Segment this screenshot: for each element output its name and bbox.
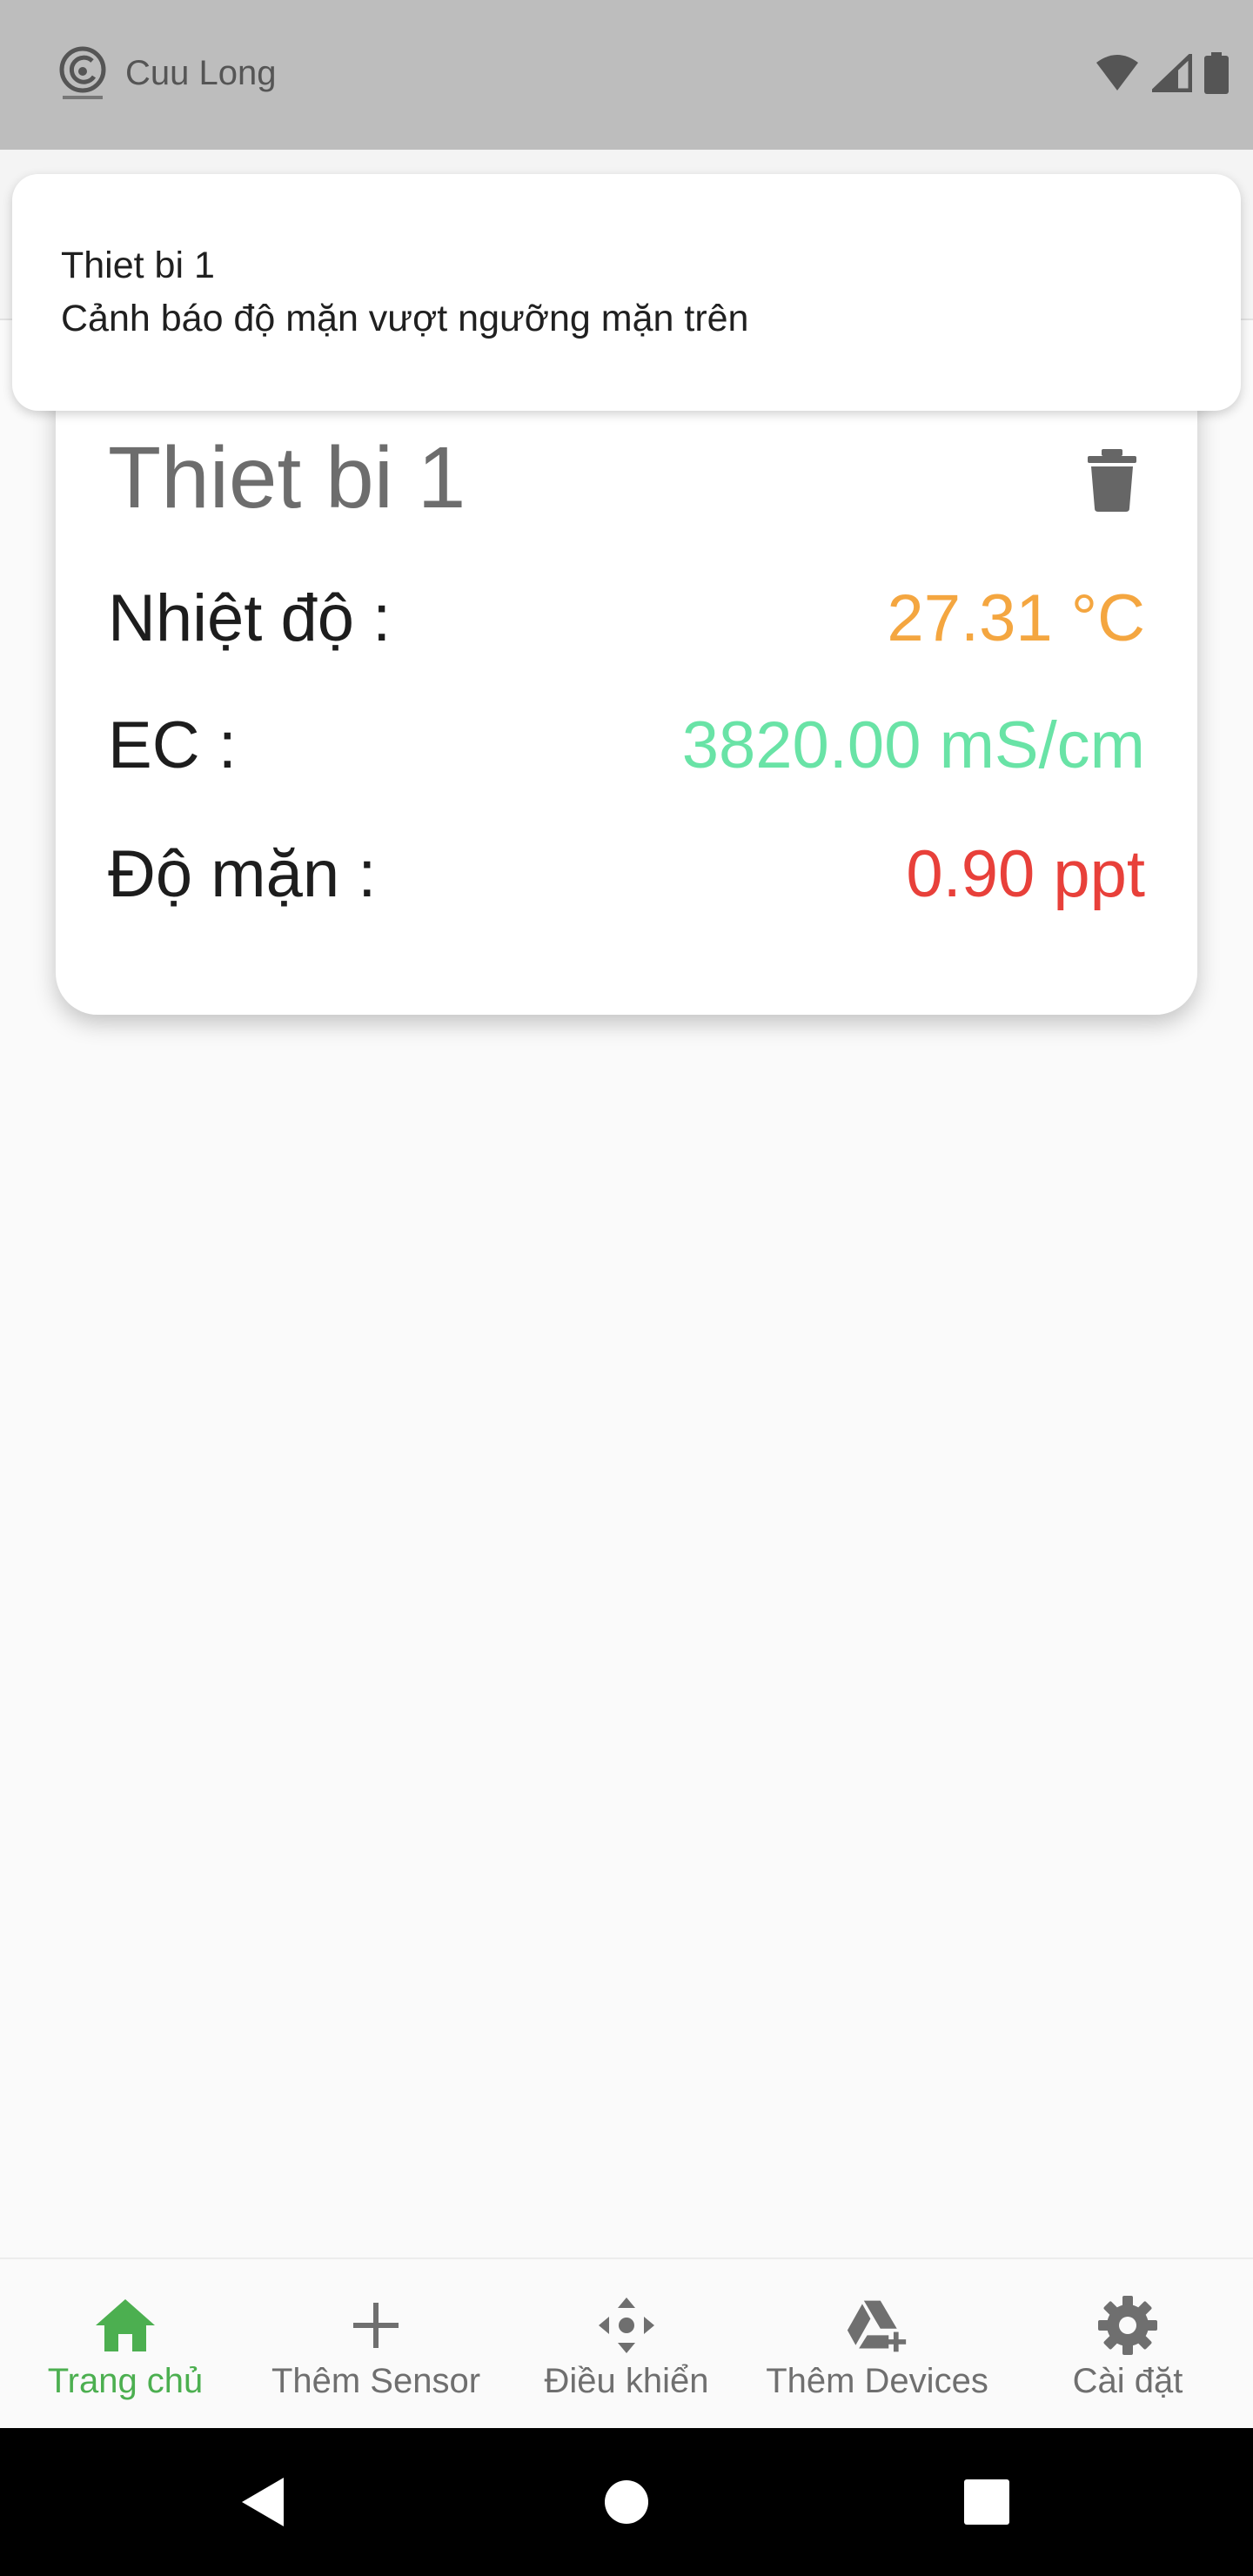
add-device-icon [846,2294,908,2357]
salinity-value: 0.90 ppt [906,836,1145,911]
temperature-row: Nhiệt độ : 27.31 °C [108,574,1145,661]
carrier-name: Cuu Long [125,54,277,92]
back-triangle-icon [242,2478,284,2526]
plus-icon [345,2294,407,2357]
temperature-label: Nhiệt độ : [108,580,392,655]
nav-add-devices[interactable]: Thêm Devices [752,2259,1002,2428]
recents-button[interactable] [952,2467,1022,2537]
device-card[interactable]: Thiet bi 1 Nhiệt độ : 27.31 °C EC : 3820… [56,366,1197,1015]
home-icon [94,2294,157,2357]
ec-value: 3820.00 mS/cm [681,708,1145,782]
cuu-long-logo-icon [59,46,106,99]
nav-home-label: Trang chủ [47,2362,204,2400]
nav-control-label: Điều khiển [544,2362,709,2400]
nav-home[interactable]: Trang chủ [0,2259,251,2428]
home-button[interactable] [592,2467,661,2537]
notification-title: Thiet bi 1 [61,245,215,286]
control-dpad-icon [595,2294,658,2357]
nav-add-sensor-label: Thêm Sensor [271,2362,481,2400]
back-button[interactable] [228,2467,298,2537]
nav-add-devices-label: Thêm Devices [766,2362,988,2400]
system-navigation-bar [0,2428,1253,2576]
battery-icon [1204,52,1229,94]
salinity-alert-notification[interactable]: Thiet bi 1 Cảnh báo độ mặn vượt ngưỡng m… [12,174,1241,411]
nav-settings-label: Cài đặt [1072,2362,1183,2400]
nav-control[interactable]: Điều khiển [501,2259,752,2428]
trash-icon[interactable] [1088,449,1136,512]
device-name: Thiet bi 1 [108,429,466,527]
status-icons [1095,52,1229,94]
app-screen: Cuu Long Thiet bi 1 Cảnh báo độ mặn vượt… [0,0,1253,2576]
recents-square-icon [964,2479,1009,2525]
nav-add-sensor[interactable]: Thêm Sensor [251,2259,501,2428]
ec-row: EC : 3820.00 mS/cm [108,701,1145,788]
signal-icon [1152,54,1192,92]
status-bar: Cuu Long [0,0,1253,150]
ec-label: EC : [108,708,237,782]
home-circle-icon [605,2480,648,2524]
notification-message: Cảnh báo độ mặn vượt ngưỡng mặn trên [61,298,749,339]
bottom-navigation: Trang chủ Thêm Sensor Điều khiển Thêm De… [0,2257,1253,2428]
salinity-row: Độ mặn : 0.90 ppt [108,830,1145,917]
nav-settings[interactable]: Cài đặt [1002,2259,1253,2428]
gear-icon [1096,2294,1159,2357]
temperature-value: 27.31 °C [887,580,1145,655]
wifi-icon [1096,55,1138,91]
salinity-label: Độ mặn : [108,836,377,911]
